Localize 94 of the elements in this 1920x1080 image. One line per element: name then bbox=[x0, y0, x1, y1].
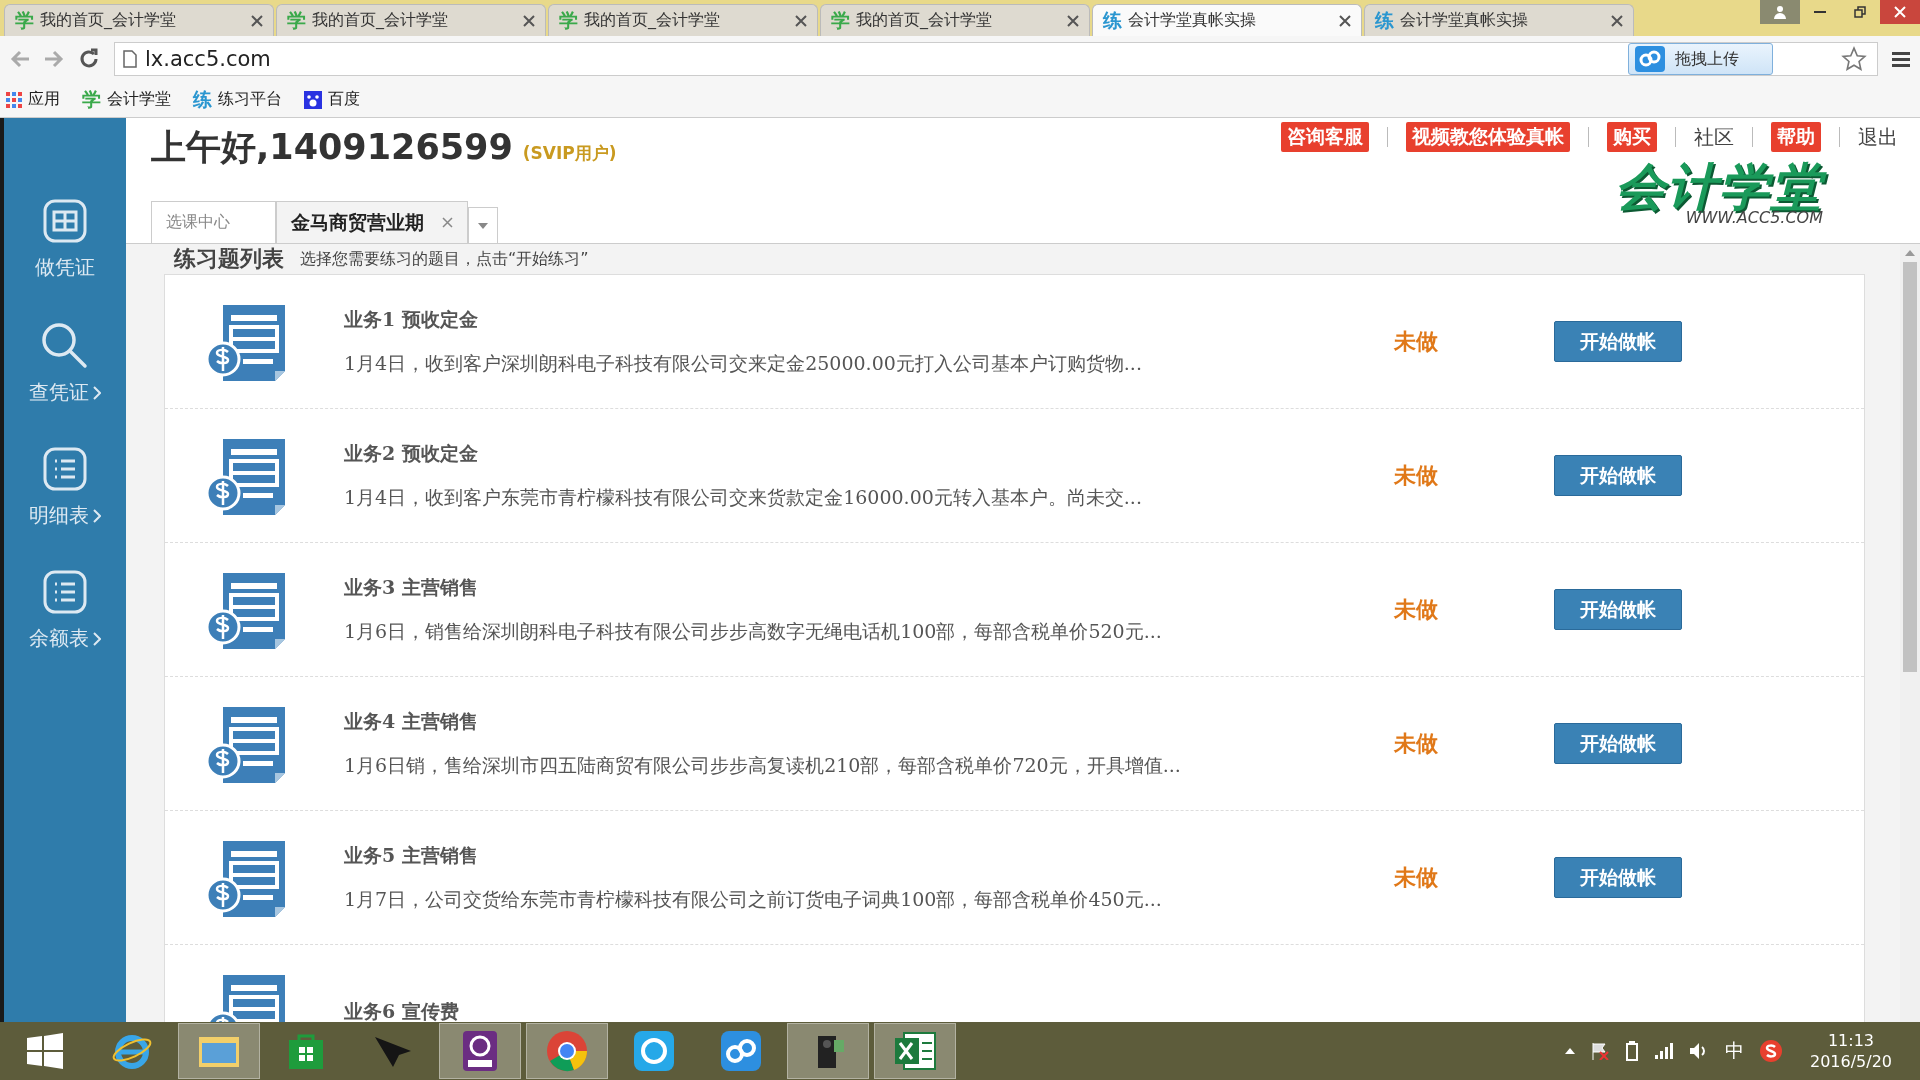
close-icon bbox=[795, 15, 807, 27]
grid-icon bbox=[6, 91, 22, 108]
task-description: 1月4日，收到客户东莞市青柠檬科技有限公司交来货款定金16000.00元转入基本户。尚未交... bbox=[344, 484, 1143, 510]
reload-icon[interactable] bbox=[78, 48, 100, 70]
browser-tab[interactable]: 练 会计学堂真帐实操 bbox=[1364, 4, 1634, 36]
start-button[interactable]: 开始做帐 bbox=[1554, 589, 1682, 630]
bookmark-link[interactable]: 百度 bbox=[304, 89, 360, 110]
close-icon bbox=[1067, 15, 1079, 27]
scroll-up-icon bbox=[1905, 250, 1915, 256]
close-icon bbox=[1611, 15, 1623, 27]
signal-icon bbox=[1654, 1043, 1673, 1059]
taskbar-app[interactable] bbox=[439, 1023, 521, 1079]
user-level: (SVIP用户) bbox=[522, 142, 617, 165]
tab-favicon: 学 bbox=[15, 7, 34, 33]
list-icon bbox=[42, 446, 88, 492]
input-method[interactable]: 中 bbox=[1724, 1038, 1744, 1064]
spreadsheet-icon bbox=[894, 1031, 936, 1071]
taskbar-app[interactable] bbox=[787, 1023, 869, 1079]
start-button[interactable]: 开始做帐 bbox=[1554, 455, 1682, 496]
address-field[interactable]: lx.acc5.com 拖拽上传 bbox=[114, 42, 1878, 76]
tab-favicon: 学 bbox=[287, 7, 306, 33]
task-status: 未做 bbox=[1394, 327, 1439, 356]
browser-tab[interactable]: 学 我的首页_会计学堂 bbox=[548, 4, 818, 36]
star-icon[interactable] bbox=[1841, 46, 1867, 72]
tab-favicon: 学 bbox=[831, 7, 850, 33]
close-icon bbox=[523, 15, 535, 27]
browser-tab[interactable]: 练 会计学堂真帐实操 bbox=[1092, 4, 1362, 36]
restore-icon bbox=[1854, 6, 1866, 18]
header-link[interactable]: 帮助 bbox=[1771, 122, 1821, 152]
user-icon bbox=[1773, 5, 1787, 19]
page-icon bbox=[123, 50, 137, 68]
clock[interactable]: 11:13 2016/5/20 bbox=[1809, 1031, 1892, 1071]
task-description: 1月6日销，售给深圳市四五陆商贸有限公司步步高复读机210部，每部含税单价720元，开具增值... bbox=[344, 752, 1182, 778]
shopping-bag-icon bbox=[288, 1032, 324, 1070]
section-title: 练习题列表 bbox=[174, 245, 284, 273]
close-icon bbox=[251, 15, 263, 27]
close-icon bbox=[1894, 6, 1906, 18]
close-icon bbox=[1339, 15, 1351, 27]
browser-tab[interactable]: 学 我的首页_会计学堂 bbox=[4, 4, 274, 36]
taskbar-app[interactable] bbox=[874, 1023, 956, 1079]
task-title: 业务1 预收定金 bbox=[344, 306, 479, 332]
bookmark-link[interactable]: 学 会计学堂 bbox=[82, 86, 171, 113]
windows-icon bbox=[27, 1033, 63, 1069]
task-status: 未做 bbox=[1394, 863, 1439, 892]
header-link[interactable]: 社区 bbox=[1694, 123, 1734, 151]
close-button[interactable] bbox=[1880, 0, 1920, 24]
sidebar-item[interactable]: 查凭证 bbox=[29, 321, 101, 406]
task-description: 1月4日，收到客户深圳朗科电子科技有限公司交来定金25000.00元打入公司基本户订购货物... bbox=[344, 350, 1143, 376]
sidebar-item[interactable]: 明细表 bbox=[29, 446, 101, 529]
dropdown-button[interactable] bbox=[468, 207, 498, 243]
start-button[interactable]: 开始做帐 bbox=[1554, 321, 1682, 362]
header-link[interactable]: 购买 bbox=[1607, 122, 1657, 152]
task-status: 未做 bbox=[1394, 461, 1439, 490]
course-tab[interactable]: 选课中心 bbox=[151, 201, 276, 243]
minimize-icon bbox=[1814, 11, 1826, 13]
section-hint: 选择您需要练习的题目，点击“开始练习” bbox=[300, 248, 589, 270]
task-title: 业务6 宣传费 bbox=[344, 998, 460, 1022]
caret-icon bbox=[478, 222, 488, 229]
start-button[interactable]: 开始做帐 bbox=[1554, 723, 1682, 764]
battery-icon bbox=[1624, 1041, 1639, 1061]
sidebar-item[interactable]: 做凭证 bbox=[35, 198, 95, 281]
course-tab[interactable]: 金马商贸营业期 bbox=[276, 201, 468, 243]
tab-favicon: 学 bbox=[559, 7, 578, 33]
task-title: 业务4 主营销售 bbox=[344, 708, 479, 734]
upload-button[interactable]: 拖拽上传 bbox=[1628, 43, 1773, 75]
list-icon bbox=[42, 569, 88, 615]
greeting: 上午好,1409126599 bbox=[151, 126, 513, 169]
browser-tab[interactable]: 学 我的首页_会计学堂 bbox=[820, 4, 1090, 36]
task-title: 业务2 预收定金 bbox=[344, 440, 479, 466]
start-button[interactable]: 开始做帐 bbox=[1554, 857, 1682, 898]
task-status: 未做 bbox=[1394, 595, 1439, 624]
pdf-icon bbox=[462, 1030, 498, 1072]
sidebar-item[interactable]: 余额表 bbox=[29, 569, 101, 652]
search-icon bbox=[40, 321, 90, 369]
tab-favicon: 练 bbox=[1375, 7, 1394, 33]
header-link[interactable]: 视频教您体验真帐 bbox=[1406, 122, 1570, 152]
task-description: 1月6日，销售给深圳朗科电子科技有限公司步步高数字无绳电话机100部，每部含税单价520元... bbox=[344, 618, 1163, 644]
task-status: 未做 bbox=[1394, 729, 1439, 758]
tab-favicon: 练 bbox=[1103, 7, 1122, 33]
calendar-icon bbox=[42, 198, 88, 244]
chrome-icon bbox=[546, 1030, 588, 1072]
menu-icon[interactable] bbox=[1892, 51, 1910, 67]
browser-tab[interactable]: 学 我的首页_会计学堂 bbox=[276, 4, 546, 36]
header-link[interactable]: 咨询客服 bbox=[1281, 122, 1369, 152]
task-description: 1月7日，公司交货给东莞市青柠檬科技有限公司之前订货电子词典100部，每部含税单价450元... bbox=[344, 886, 1163, 912]
flag-icon bbox=[1590, 1042, 1609, 1060]
close-icon[interactable] bbox=[442, 217, 453, 228]
caret-up-icon bbox=[1564, 1048, 1575, 1054]
task-title: 业务5 主营销售 bbox=[344, 842, 479, 868]
header-link[interactable]: 退出 bbox=[1858, 123, 1898, 151]
task-title: 业务3 主营销售 bbox=[344, 574, 479, 600]
bookmark-link[interactable]: 练 练习平台 bbox=[193, 86, 282, 113]
sogou-icon[interactable] bbox=[1759, 1040, 1782, 1062]
bookmark-link[interactable]: 应用 bbox=[6, 89, 60, 110]
